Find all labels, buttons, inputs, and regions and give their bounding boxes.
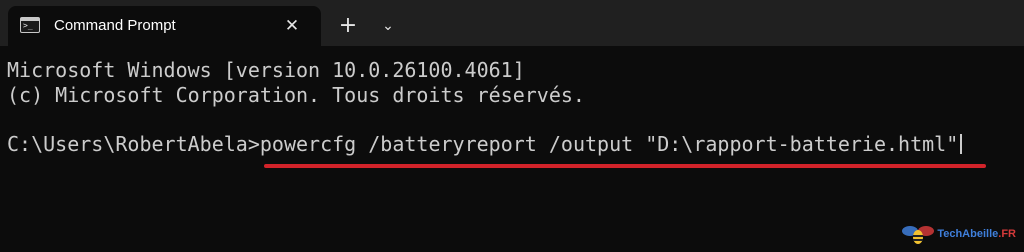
tab-command-prompt[interactable]: >_ Command Prompt ✕ xyxy=(8,6,321,46)
terminal-line-version: Microsoft Windows [version 10.0.26100.40… xyxy=(7,58,525,82)
cmd-icon: >_ xyxy=(20,17,40,33)
watermark-text: TechAbeille.FR xyxy=(937,228,1016,240)
bee-icon xyxy=(901,223,935,245)
tab-title: Command Prompt xyxy=(54,17,176,34)
terminal-area[interactable]: Microsoft Windows [version 10.0.26100.40… xyxy=(0,46,1024,252)
command-text: powercfg /batteryreport /output "D:\rapp… xyxy=(259,132,959,156)
chevron-down-icon[interactable]: ⌄ xyxy=(374,12,402,40)
plus-icon[interactable]: + xyxy=(334,12,362,40)
title-bar: >_ Command Prompt ✕ + ⌄ xyxy=(0,0,1024,46)
terminal-line-copyright: (c) Microsoft Corporation. Tous droits r… xyxy=(7,83,585,107)
text-cursor xyxy=(960,134,963,154)
prompt-text: C:\Users\RobertAbela> xyxy=(7,132,260,156)
command-highlight-underline xyxy=(264,164,986,168)
terminal-command-line: C:\Users\RobertAbela>powercfg /batteryre… xyxy=(7,132,963,156)
watermark: TechAbeille.FR xyxy=(901,222,1016,246)
close-icon[interactable]: ✕ xyxy=(280,14,304,38)
